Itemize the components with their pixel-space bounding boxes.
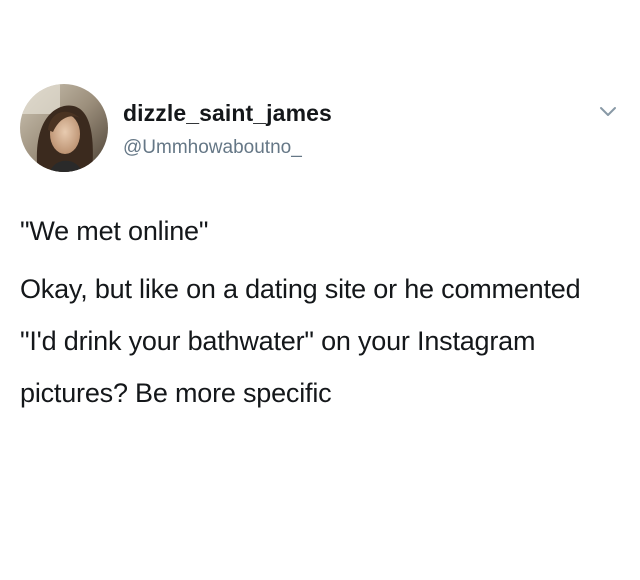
tweet-paragraph: "We met online"	[20, 216, 209, 246]
tweet-card: dizzle_saint_james @Ummhowaboutno_ "We m…	[0, 0, 640, 580]
avatar[interactable]	[20, 84, 108, 172]
tweet-text: "We met online" Okay, but like on a dati…	[20, 205, 620, 419]
avatar-photo	[20, 84, 108, 172]
display-name[interactable]: dizzle_saint_james	[123, 100, 332, 127]
chevron-down-icon[interactable]	[597, 103, 619, 121]
user-handle[interactable]: @Ummhowaboutno_	[123, 137, 302, 159]
tweet-paragraph: Okay, but like on a dating site or he co…	[20, 274, 581, 408]
